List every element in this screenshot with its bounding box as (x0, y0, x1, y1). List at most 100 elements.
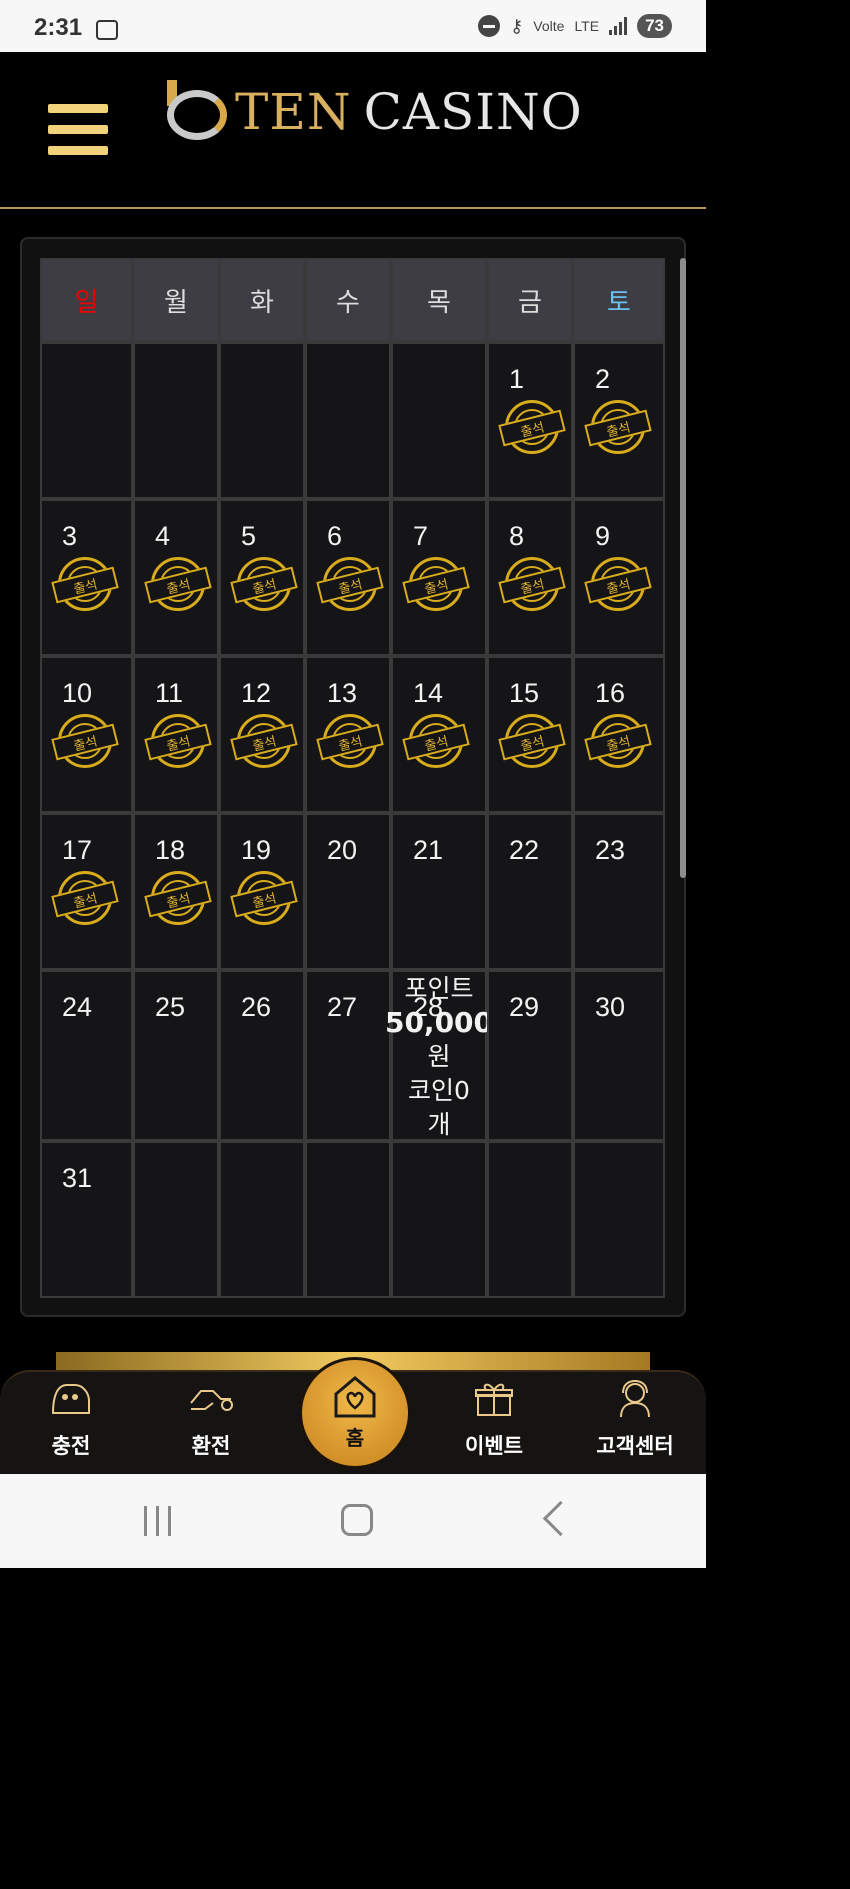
nav-exchange[interactable]: 환전 (161, 1372, 261, 1460)
attendance-calendar: 일 월 화 수 목 금 토 1 출석 2 출석 3 출석 4 출석 5 출석 6 출석 7 출석 8 출석 9 출… (40, 258, 665, 1298)
calendar-day-cell[interactable]: 20 (305, 813, 391, 970)
calendar-day-cell[interactable]: 23 (573, 813, 665, 970)
calendar-empty-cell (40, 342, 133, 499)
calendar-day-cell[interactable]: 31 (40, 1141, 133, 1298)
attendance-stamp-icon: 출석 (51, 871, 119, 925)
attendance-stamp-label: 출석 (51, 880, 119, 918)
calendar-empty-cell (305, 1141, 391, 1298)
status-bar: 2:31 ⚷ Volte LTE 73 (0, 0, 706, 52)
site-logo[interactable]: Ten Casino (165, 80, 583, 144)
weekday-tuesday: 화 (219, 258, 305, 342)
logo-text-casino: Casino (363, 83, 583, 141)
nav-charge-label: 충전 (51, 1434, 91, 1458)
menu-icon[interactable] (48, 104, 108, 156)
calendar-day-cell[interactable]: 13 출석 (305, 656, 391, 813)
calendar-day-cell[interactable]: 11 출석 (133, 656, 219, 813)
day-number: 22 (509, 835, 540, 865)
calendar-empty-cell (573, 1141, 665, 1298)
attendance-stamp-icon: 출석 (402, 557, 470, 611)
calendar-day-cell[interactable]: 4 출석 (133, 499, 219, 656)
calendar-empty-cell (391, 1141, 487, 1298)
calendar-day-cell[interactable]: 10 출석 (40, 656, 133, 813)
attendance-stamp-label: 출석 (144, 723, 212, 761)
nav-support[interactable]: 고객센터 (585, 1372, 685, 1460)
support-icon (613, 1378, 657, 1420)
day-number: 14 (413, 678, 444, 708)
calendar-day-cell[interactable]: 25 (133, 970, 219, 1141)
calendar-day-cell[interactable]: 3 출석 (40, 499, 133, 656)
day-number: 3 (62, 521, 78, 551)
weekday-wednesday: 수 (305, 258, 391, 342)
calendar-day-cell[interactable]: 18 출석 (133, 813, 219, 970)
calendar-day-cell[interactable]: 30 (573, 970, 665, 1141)
calendar-day-cell[interactable]: 14 출석 (391, 656, 487, 813)
attendance-stamp-label: 출석 (584, 566, 652, 604)
attendance-stamp-label: 출석 (498, 409, 566, 447)
nav-support-label: 고객센터 (596, 1434, 674, 1458)
calendar-empty-cell (487, 1141, 573, 1298)
attendance-stamp-label: 출석 (144, 880, 212, 918)
calendar-empty-cell (219, 342, 305, 499)
nav-event[interactable]: 이벤트 (444, 1372, 544, 1460)
exchange-icon (187, 1378, 235, 1420)
day-number: 18 (155, 835, 186, 865)
calendar-day-cell[interactable]: 9 출석 (573, 499, 665, 656)
attendance-stamp-icon: 출석 (584, 557, 652, 611)
day-number: 31 (62, 1163, 93, 1193)
battery-level: 73 (637, 14, 672, 38)
attendance-stamp-label: 출석 (498, 723, 566, 761)
do-not-disturb-icon (478, 15, 501, 37)
nav-home-label: 홈 (345, 1426, 365, 1450)
attendance-stamp-label: 출석 (230, 566, 298, 604)
attendance-stamp-label: 출석 (51, 566, 119, 604)
calendar-day-cell[interactable]: 26 (219, 970, 305, 1141)
calendar-empty-cell (133, 342, 219, 499)
calendar-empty-cell (391, 342, 487, 499)
day-number: 12 (241, 678, 272, 708)
attendance-stamp-label: 출석 (584, 409, 652, 447)
day-number: 24 (62, 992, 93, 1022)
calendar-day-cell[interactable]: 16 출석 (573, 656, 665, 813)
calendar-day-cell[interactable]: 15 출석 (487, 656, 573, 813)
day-number: 11 (155, 678, 184, 708)
calendar-day-cell[interactable]: 27 (305, 970, 391, 1141)
recent-apps-icon[interactable] (144, 1506, 171, 1536)
calendar-day-cell[interactable]: 29 (487, 970, 573, 1141)
attendance-stamp-icon: 출석 (316, 714, 384, 768)
gift-icon (472, 1378, 516, 1420)
attendance-stamp-label: 출석 (498, 566, 566, 604)
nav-charge[interactable]: 충전 (21, 1372, 121, 1460)
calendar-day-cell[interactable]: 19 출석 (219, 813, 305, 970)
calendar-day-cell[interactable]: 17 출석 (40, 813, 133, 970)
day-number: 9 (595, 521, 611, 551)
calendar-day-cell[interactable]: 5 출석 (219, 499, 305, 656)
system-home-icon[interactable] (341, 1504, 373, 1536)
calendar-day-cell[interactable]: 28 포인트 50,000 원 코인0 개 (385, 970, 493, 1141)
reward-line5: 개 (427, 1110, 451, 1139)
calendar-day-cell[interactable]: 12 출석 (219, 656, 305, 813)
attendance-stamp-label: 출석 (316, 723, 384, 761)
nav-home-button[interactable]: 홈 (299, 1357, 411, 1469)
weekday-header-row: 일 월 화 수 목 금 토 (40, 258, 665, 342)
calendar-day-cell[interactable]: 21 (391, 813, 487, 970)
day-number: 1 (509, 364, 525, 394)
calendar-day-cell[interactable]: 24 (40, 970, 133, 1141)
calendar-day-cell[interactable]: 8 출석 (487, 499, 573, 656)
calendar-empty-cell (133, 1141, 219, 1298)
calendar-day-cell[interactable]: 7 출석 (391, 499, 487, 656)
calendar-day-cell[interactable]: 22 (487, 813, 573, 970)
weekday-monday: 월 (133, 258, 219, 342)
weekday-friday: 금 (487, 258, 573, 342)
calendar-day-cell[interactable]: 1 출석 (487, 342, 573, 499)
attendance-stamp-icon: 출석 (230, 557, 298, 611)
calendar-day-cell[interactable]: 2 출석 (573, 342, 665, 499)
day-number: 6 (327, 521, 343, 551)
scrollbar[interactable] (680, 258, 686, 878)
reward-line4: 코인0 (408, 1076, 470, 1105)
attendance-stamp-icon: 출석 (51, 714, 119, 768)
attendance-stamp-label: 출석 (316, 566, 384, 604)
calendar-day-cell[interactable]: 6 출석 (305, 499, 391, 656)
attendance-stamp-icon: 출석 (498, 400, 566, 454)
attendance-stamp-label: 출석 (402, 723, 470, 761)
nav-event-label: 이벤트 (465, 1434, 523, 1458)
